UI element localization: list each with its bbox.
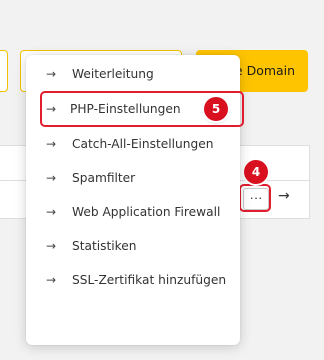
menu-item-ssl-zertifikat-hinzufuegen[interactable]: → SSL-Zertifikat hinzufügen [26, 263, 240, 297]
arrow-right-icon[interactable]: → [278, 188, 290, 204]
menu-item-spamfilter[interactable]: → Spamfilter [26, 161, 240, 195]
menu-item-label: Spamfilter [72, 171, 136, 185]
menu-item-web-application-firewall[interactable]: → Web Application Firewall [26, 195, 240, 229]
arrow-right-icon: → [46, 171, 57, 185]
arrow-right-icon: → [46, 239, 57, 253]
background-button-left[interactable] [0, 50, 8, 92]
menu-item-label: SSL-Zertifikat hinzufügen [72, 273, 227, 287]
step-badge-5: 5 [204, 97, 228, 121]
arrow-right-icon: → [46, 273, 57, 287]
more-actions-highlight [239, 184, 271, 212]
menu-item-label: Web Application Firewall [72, 205, 221, 219]
step-badge-4: 4 [244, 160, 268, 184]
menu-item-label: Weiterleitung [72, 67, 154, 81]
menu-item-label: Statistiken [72, 239, 137, 253]
menu-item-statistiken[interactable]: → Statistiken [26, 229, 240, 263]
arrow-right-icon: → [46, 102, 57, 116]
menu-item-catch-all-einstellungen[interactable]: → Catch-All-Einstellungen [26, 127, 240, 161]
menu-item-weiterleitung[interactable]: → Weiterleitung [26, 57, 240, 91]
arrow-right-icon: → [46, 205, 57, 219]
arrow-right-icon: → [46, 137, 57, 151]
arrow-right-icon: → [46, 67, 57, 81]
menu-item-label: Catch-All-Einstellungen [72, 137, 214, 151]
